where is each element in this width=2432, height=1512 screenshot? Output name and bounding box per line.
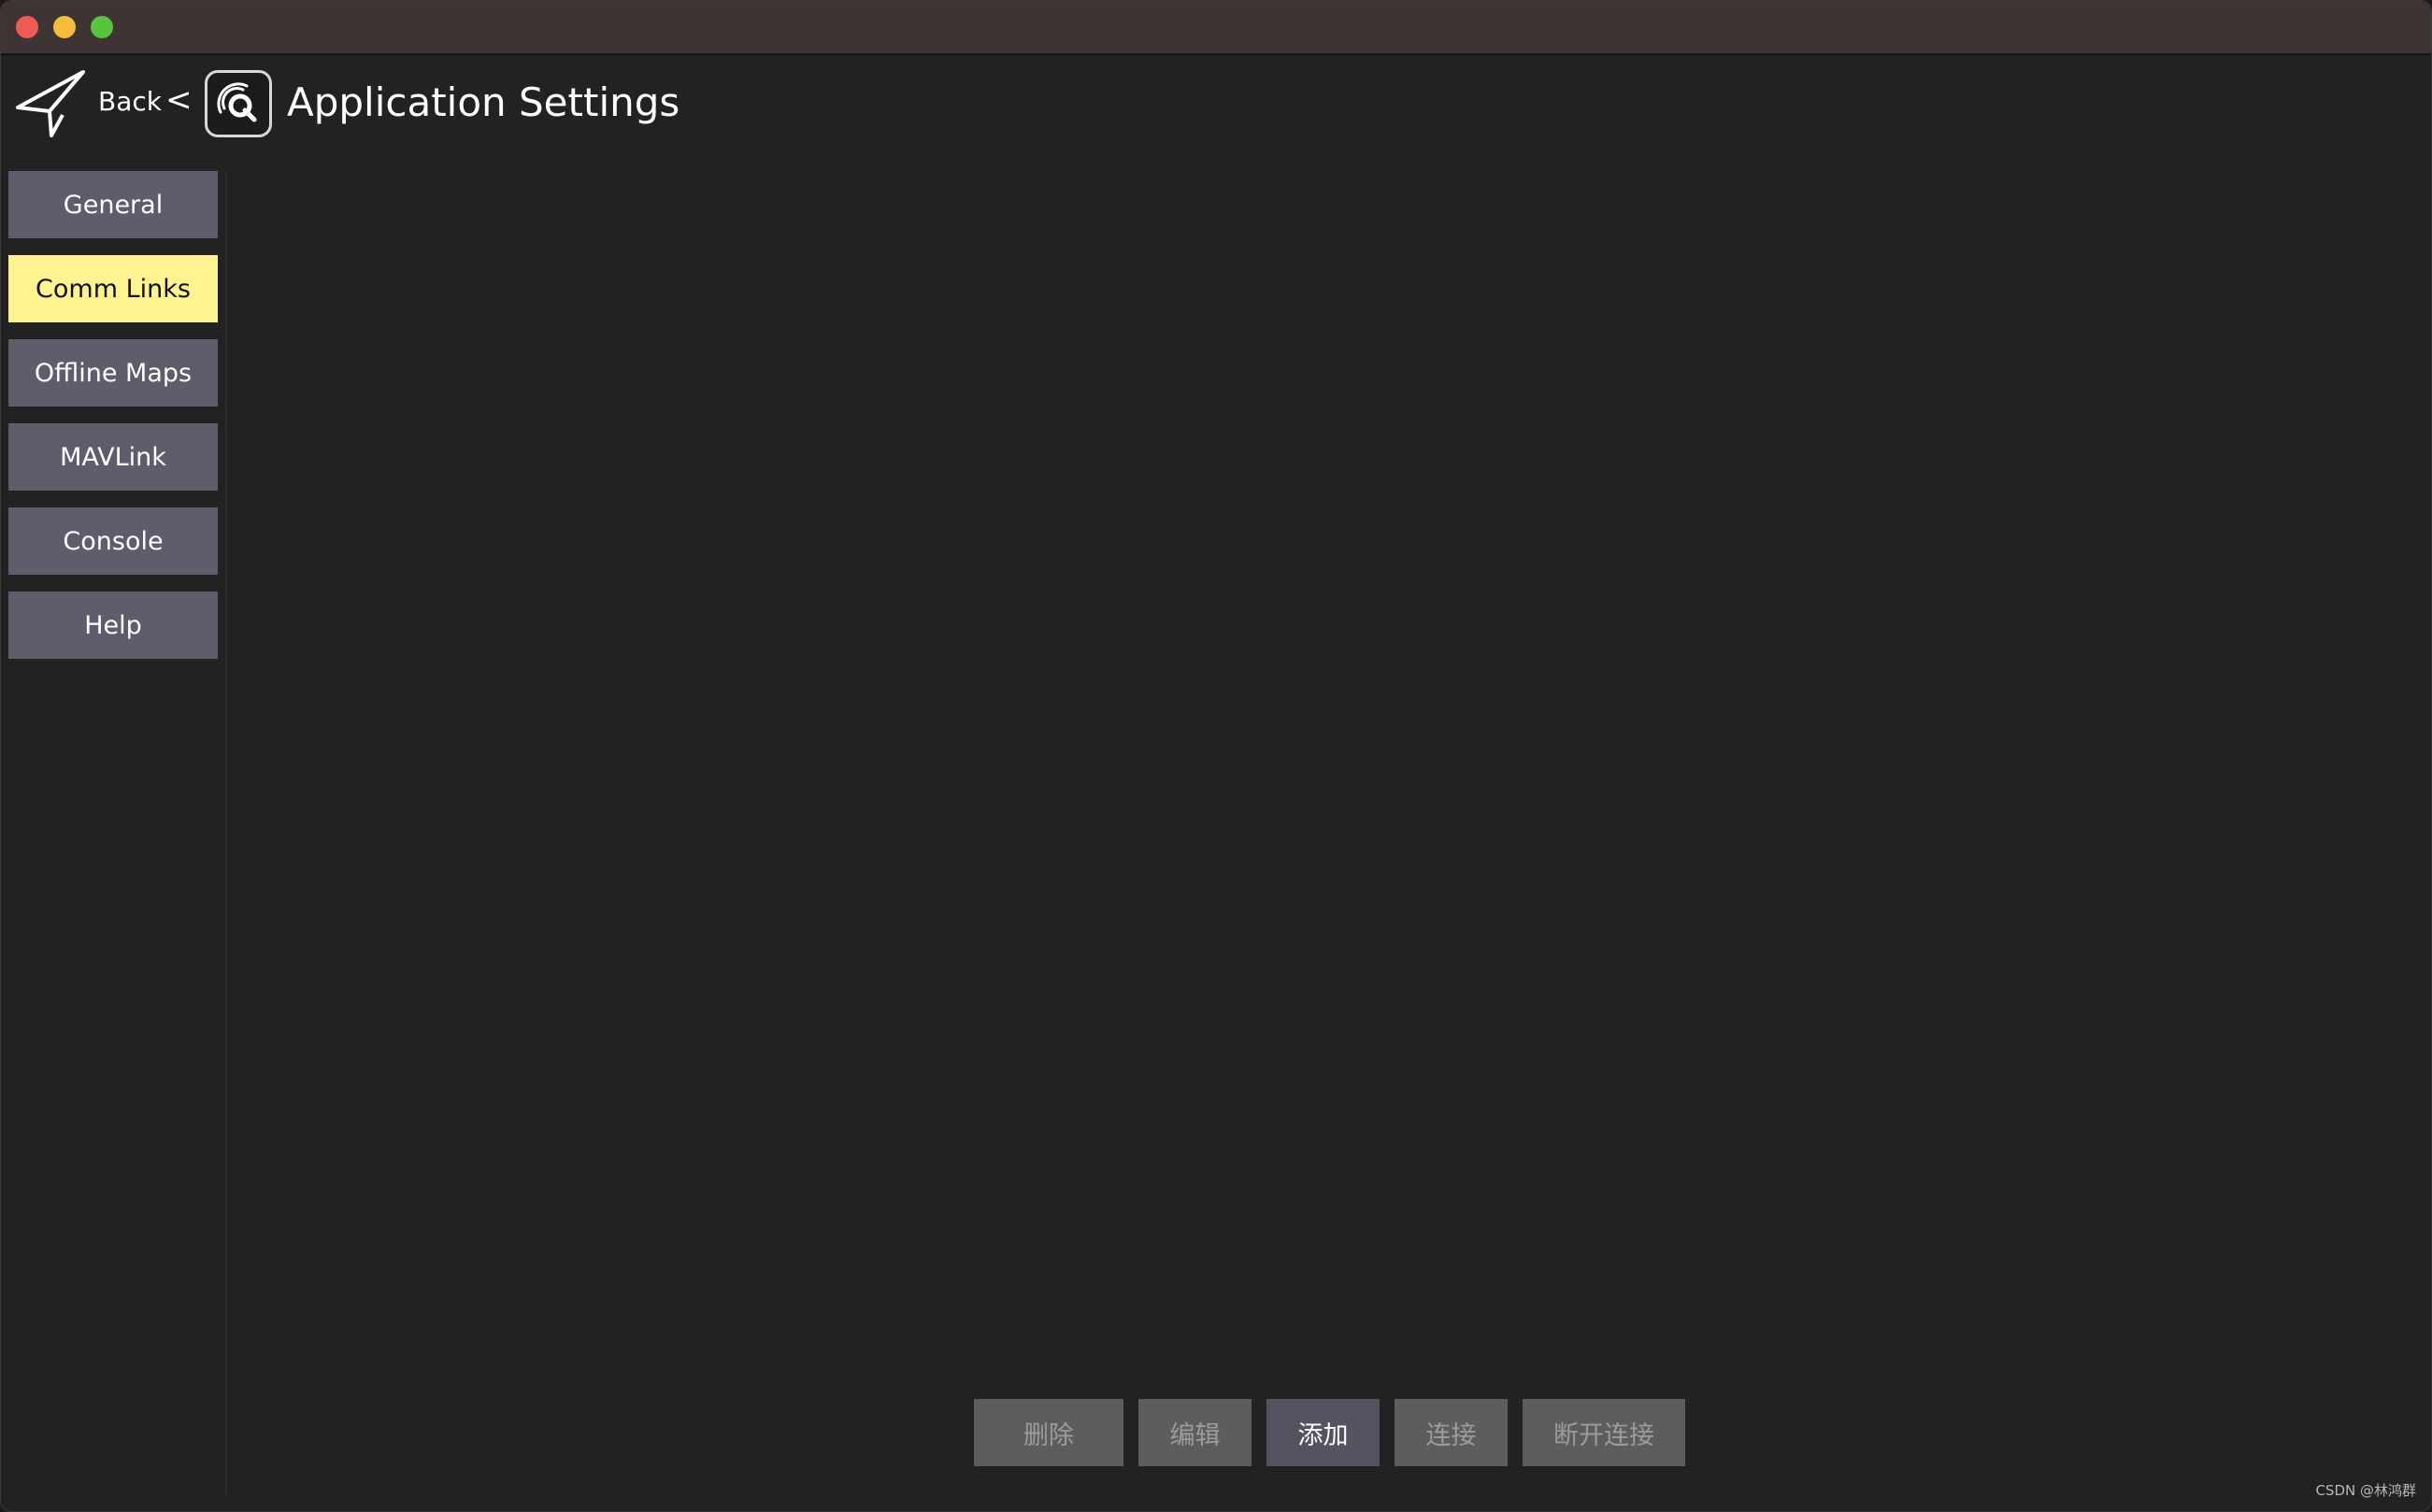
zoom-window-button[interactable] (91, 16, 113, 38)
minimize-window-button[interactable] (53, 16, 76, 38)
sidebar-item-general[interactable]: General (8, 171, 218, 238)
sidebar-item-help[interactable]: Help (8, 592, 218, 659)
settings-sidebar: General Comm Links Offline Maps MAVLink … (1, 154, 225, 1500)
connect-button[interactable]: 连接 (1395, 1399, 1508, 1466)
page-title: Application Settings (287, 79, 680, 125)
app-window: Back < Application Settings General Comm… (0, 0, 2432, 1512)
delete-button[interactable]: 删除 (974, 1399, 1123, 1466)
sidebar-item-mavlink[interactable]: MAVLink (8, 423, 218, 491)
paper-plane-icon[interactable] (14, 66, 87, 139)
comm-links-panel: 删除 编辑 添加 连接 断开连接 (227, 154, 2431, 1511)
sidebar-item-console[interactable]: Console (8, 507, 218, 575)
sidebar-item-comm-links[interactable]: Comm Links (8, 255, 218, 322)
title-bar (1, 1, 2431, 55)
back-button[interactable]: Back (98, 85, 162, 119)
add-button[interactable]: 添加 (1266, 1399, 1380, 1466)
toolbar-header: Back < Application Settings (1, 55, 2431, 154)
close-window-button[interactable] (16, 16, 38, 38)
breadcrumb-separator: < (165, 81, 193, 119)
qgc-logo-icon (205, 70, 272, 137)
watermark: CSDN @林鸿群 (2315, 1482, 2416, 1499)
edit-button[interactable]: 编辑 (1138, 1399, 1252, 1466)
disconnect-button[interactable]: 断开连接 (1523, 1399, 1685, 1466)
sidebar-item-offline-maps[interactable]: Offline Maps (8, 339, 218, 407)
